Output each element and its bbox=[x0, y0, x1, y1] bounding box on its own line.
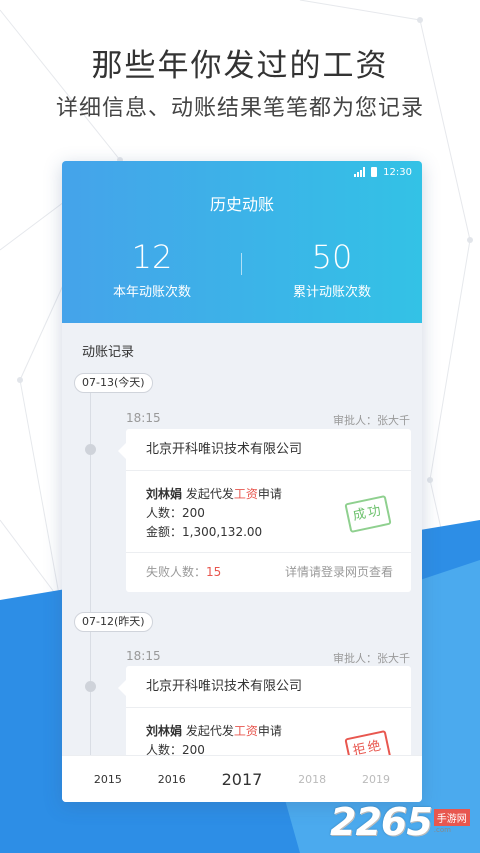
timeline-dot bbox=[85, 444, 96, 455]
section-title: 动账记录 bbox=[82, 345, 135, 360]
page-title: 历史动账 bbox=[209, 195, 274, 214]
stat-year-label: 本年动账次数 bbox=[112, 285, 191, 300]
record-action-accent: 工资 bbox=[233, 487, 258, 501]
phone-mockup: 12:30 历史动账 12 本年动账次数 50 累计动账次数 动账记录 07-1… bbox=[62, 161, 422, 802]
fail-count: 15 bbox=[206, 565, 222, 579]
year-2017-selected[interactable]: 2017 bbox=[222, 770, 263, 789]
stat-total-count: 50 累计动账次数 bbox=[242, 239, 422, 300]
watermark-suffix-bottom: .com bbox=[433, 826, 451, 834]
timeline-dot bbox=[85, 681, 96, 692]
year-2015[interactable]: 2015 bbox=[94, 773, 122, 786]
stat-year-value: 12 bbox=[131, 238, 173, 276]
record-company: 北京开科唯识技术有限公司 bbox=[126, 666, 411, 708]
record-action-accent: 工资 bbox=[233, 724, 258, 738]
detail-hint-link[interactable]: 详情请登录网页查看 bbox=[285, 553, 393, 590]
record-action-suffix: 申请 bbox=[257, 487, 282, 501]
record-company: 北京开科唯识技术有限公司 bbox=[126, 429, 411, 471]
year-2018[interactable]: 2018 bbox=[298, 773, 326, 786]
fail-label: 失败人数： bbox=[146, 565, 207, 579]
record-approver: 审批人：张大千 bbox=[333, 414, 410, 427]
stat-total-value: 50 bbox=[311, 238, 353, 276]
status-bar: 12:30 bbox=[354, 165, 412, 179]
promo-subtitle: 详细信息、动账结果笔笔都为您记录 bbox=[55, 96, 424, 121]
record-body: 刘林娟 发起代发工资申请 人数：200 金额：1,300,132.00 成功 bbox=[126, 471, 411, 552]
date-chip-yesterday: 07-12(昨天) bbox=[74, 612, 153, 632]
record-approver: 审批人：张大千 bbox=[333, 652, 410, 665]
record-card[interactable]: 北京开科唯识技术有限公司 刘林娟 发起代发工资申请 人数：200 金额：1,30… bbox=[118, 429, 411, 592]
watermark-tag: 手游网 .com bbox=[433, 809, 470, 834]
stat-year-count: 12 本年动账次数 bbox=[62, 239, 242, 300]
date-chip-today: 07-13(今天) bbox=[74, 373, 153, 393]
record-footer: 失败人数：15 详情请登录网页查看 bbox=[126, 552, 411, 590]
record-time: 18:15 bbox=[126, 649, 161, 663]
year-2016[interactable]: 2016 bbox=[158, 773, 186, 786]
record-action-prefix: 发起代发 bbox=[185, 724, 234, 738]
battery-icon bbox=[371, 167, 378, 177]
year-2019[interactable]: 2019 bbox=[362, 773, 390, 786]
watermark-logo: 2265 手游网 .com bbox=[330, 800, 470, 844]
record-action-suffix: 申请 bbox=[257, 724, 282, 738]
record-time: 18:15 bbox=[126, 411, 161, 425]
app-header: 12:30 历史动账 12 本年动账次数 50 累计动账次数 bbox=[62, 161, 422, 323]
watermark-number: 2265 bbox=[330, 800, 433, 844]
record-person: 刘林娟 bbox=[146, 724, 183, 738]
stat-total-label: 累计动账次数 bbox=[292, 285, 371, 300]
watermark-suffix-top: 手游网 bbox=[433, 809, 470, 826]
record-action-prefix: 发起代发 bbox=[185, 487, 234, 501]
fail-info: 失败人数：15 bbox=[146, 553, 221, 590]
year-selector: 2015 2016 2017 2018 2019 bbox=[62, 755, 422, 802]
record-person: 刘林娟 bbox=[146, 487, 183, 501]
promo-title: 那些年你发过的工资 bbox=[91, 48, 389, 84]
signal-icon bbox=[354, 167, 366, 177]
status-time: 12:30 bbox=[383, 166, 412, 178]
